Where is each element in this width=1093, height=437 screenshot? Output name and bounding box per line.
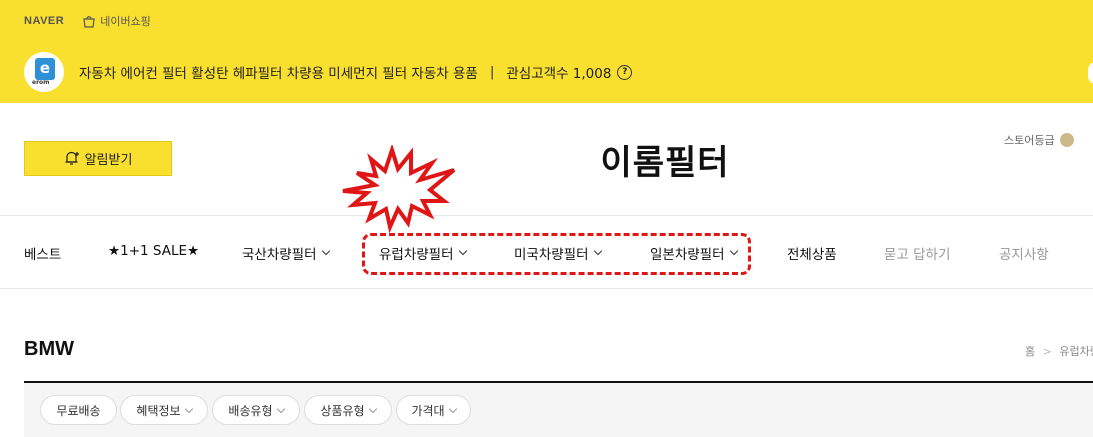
store-logo-sub: erom [32, 79, 50, 86]
store-info-row: e erom 자동차 에어컨 필터 활성탄 헤파필터 차량용 미세먼지 필터 자… [24, 52, 633, 92]
filter-label: 상품유형 [320, 403, 365, 418]
help-icon[interactable]: ? [617, 64, 633, 80]
filter-price-range[interactable]: 가격대 [396, 395, 471, 425]
nav-sale[interactable]: ★1+1 SALE★ [108, 243, 199, 259]
nav-label: 국산차량필터 [242, 247, 317, 263]
store-title[interactable]: 이롬필터 [0, 135, 1093, 184]
filter-delivery-type[interactable]: 배송유형 [212, 395, 300, 425]
chevron-down-icon [276, 404, 285, 413]
highlight-annotation [362, 233, 751, 275]
filter-label: 무료배송 [56, 403, 101, 418]
store-description: 자동차 에어컨 필터 활성탄 헤파필터 차량용 미세먼지 필터 자동차 용품 [79, 66, 478, 82]
filter-free-shipping[interactable]: 무료배송 [40, 395, 117, 425]
breadcrumb-separator: > [1042, 345, 1052, 358]
nav-label: 공지사항 [999, 247, 1049, 263]
filter-label: 혜택정보 [136, 403, 181, 418]
breadcrumb-current[interactable]: 유럽차량 [1059, 345, 1093, 358]
interest-count: 관심고객수 1,008 [506, 66, 612, 82]
naver-logo[interactable]: NAVER [24, 15, 64, 27]
filter-label: 가격대 [411, 403, 445, 418]
breadcrumb-home[interactable]: 홈 [1025, 345, 1035, 358]
store-grade-label: 스토어등급 [1004, 134, 1055, 147]
divider-top [0, 215, 1093, 216]
divider-nav [0, 288, 1093, 289]
starburst-annotation [342, 145, 456, 233]
filter-product-type[interactable]: 상품유형 [304, 395, 392, 425]
naver-links: NAVER 네이버쇼핑 [24, 12, 151, 30]
chevron-down-icon [321, 246, 330, 256]
filter-benefits[interactable]: 혜택정보 [120, 395, 208, 425]
category-title: BMW [24, 338, 74, 360]
nav-domestic-filter[interactable]: 국산차량필터 [242, 243, 330, 263]
profile-button[interactable] [1088, 62, 1093, 84]
naver-shopping-link[interactable]: 네이버쇼핑 [82, 13, 151, 29]
chevron-down-icon [368, 404, 377, 413]
nav-label: 묻고 답하기 [884, 247, 951, 263]
divider: | [489, 64, 495, 80]
chevron-down-icon [184, 404, 193, 413]
grade-medal-icon [1059, 133, 1074, 147]
naver-shopping-label: 네이버쇼핑 [100, 15, 151, 28]
nav-label: ★1+1 SALE★ [108, 243, 200, 259]
nav-notice[interactable]: 공지사항 [999, 243, 1049, 263]
nav-best[interactable]: 베스트 [24, 243, 61, 263]
chevron-down-icon [448, 404, 457, 413]
nav-label: 베스트 [24, 247, 62, 263]
nav-qna[interactable]: 묻고 답하기 [884, 243, 950, 263]
top-banner: NAVER 네이버쇼핑 e erom 자동차 에어컨 필터 활성탄 헤파필터 차… [0, 0, 1093, 103]
filter-label: 배송유형 [228, 403, 273, 418]
store-grade[interactable]: 스토어등급 [1004, 132, 1074, 148]
store-logo-mark: e [35, 58, 55, 80]
nav-label: 전체상품 [787, 247, 837, 263]
store-logo[interactable]: e erom [24, 52, 64, 92]
shopping-bag-icon [83, 15, 95, 28]
breadcrumb: 홈 > 유럽차량 [1025, 343, 1093, 359]
nav-all-products[interactable]: 전체상품 [787, 243, 837, 263]
